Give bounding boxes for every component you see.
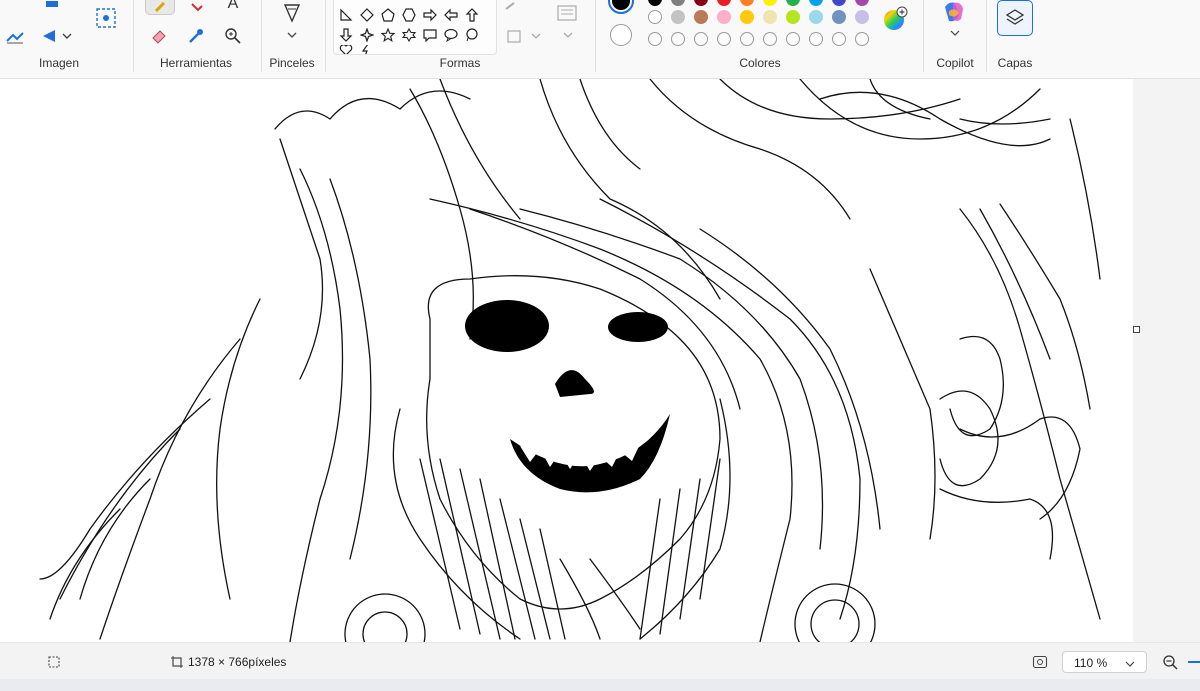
selection-icon[interactable]	[46, 654, 62, 670]
shape-size-icon[interactable]	[552, 2, 582, 24]
drawing-canvas[interactable]	[0, 79, 1133, 642]
palette-swatch[interactable]	[786, 10, 800, 24]
canvas-size-icon	[169, 654, 185, 670]
palette-swatch[interactable]	[648, 10, 662, 24]
custom-color-slot[interactable]	[832, 32, 846, 46]
palette-swatch[interactable]	[694, 0, 708, 6]
callout-rect-icon[interactable]	[421, 26, 439, 44]
zoom-slider[interactable]	[1188, 661, 1200, 663]
ribbon-separator	[133, 0, 134, 72]
palette-swatch[interactable]	[671, 0, 685, 6]
custom-color-slot[interactable]	[855, 32, 869, 46]
star-six-icon[interactable]	[400, 26, 418, 44]
rotate-image-icon[interactable]	[2, 24, 28, 48]
palette-swatch[interactable]	[855, 0, 869, 6]
edit-colors-icon[interactable]	[880, 4, 910, 34]
palette-swatch[interactable]	[717, 10, 731, 24]
eraser-icon[interactable]	[147, 25, 171, 47]
arrow-right-icon[interactable]	[421, 6, 439, 24]
group-label-tools: Herramientas	[159, 56, 233, 70]
brushes-dropdown-button[interactable]	[278, 0, 306, 42]
callout-cloud-icon[interactable]	[463, 26, 481, 44]
ribbon-separator	[595, 0, 596, 72]
palette-swatch[interactable]	[832, 10, 846, 24]
star-four-icon[interactable]	[358, 26, 376, 44]
palette-swatch[interactable]	[809, 0, 823, 6]
ribbon-toolbar: Imagen A Herramientas Pinceles Formas Co…	[0, 0, 1200, 79]
group-label-shapes: Formas	[439, 56, 481, 70]
color-picker-icon[interactable]	[184, 25, 208, 47]
palette-swatch[interactable]	[717, 0, 731, 6]
custom-color-slot[interactable]	[786, 32, 800, 46]
primary-color-swatch	[612, 0, 630, 10]
arrow-up-icon[interactable]	[463, 6, 481, 24]
custom-color-slot[interactable]	[717, 32, 731, 46]
magnifier-icon[interactable]	[221, 25, 245, 47]
zoom-out-icon[interactable]	[1161, 653, 1179, 671]
lightning-icon[interactable]	[358, 45, 376, 54]
secondary-color-button[interactable]	[610, 24, 632, 46]
custom-color-slot[interactable]	[671, 32, 685, 46]
diamond-icon[interactable]	[358, 6, 376, 24]
image-from-file-icon[interactable]	[93, 6, 119, 30]
custom-color-slot[interactable]	[648, 32, 662, 46]
callout-oval-icon[interactable]	[442, 26, 460, 44]
copilot-logo-icon[interactable]	[939, 0, 969, 26]
custom-color-slot[interactable]	[809, 32, 823, 46]
canvas-resize-handle[interactable]	[1133, 326, 1140, 333]
ribbon-separator	[261, 0, 262, 72]
shape-fill-icon[interactable]	[503, 26, 543, 46]
resize-image-button[interactable]	[41, 0, 77, 10]
palette-swatch[interactable]	[809, 10, 823, 24]
fill-tool-icon[interactable]	[185, 0, 209, 14]
group-label-layers: Capas	[997, 56, 1033, 70]
ribbon-separator	[325, 0, 326, 72]
pencil-tool-button[interactable]	[145, 0, 175, 15]
os-taskbar	[0, 679, 1200, 691]
heart-icon[interactable]	[337, 45, 355, 54]
chevron-down-icon[interactable]	[946, 27, 964, 39]
group-label-copilot: Copilot	[936, 56, 974, 70]
shape-outline-icon[interactable]	[500, 0, 530, 12]
text-tool-button[interactable]: A	[222, 0, 244, 14]
canvas-size-label: 1378 × 766píxeles	[188, 655, 287, 669]
layers-button[interactable]	[997, 0, 1033, 36]
ribbon-separator	[986, 0, 987, 72]
palette-swatch[interactable]	[855, 10, 869, 24]
pentagon-icon[interactable]	[379, 6, 397, 24]
palette-swatch[interactable]	[832, 0, 846, 6]
zoom-select[interactable]: 110 %	[1062, 651, 1147, 673]
palette-swatch[interactable]	[671, 10, 685, 24]
arrow-down-icon[interactable]	[337, 26, 355, 44]
group-label-image: Imagen	[38, 56, 80, 70]
palette-swatch[interactable]	[763, 10, 777, 24]
zoom-value: 110 %	[1074, 656, 1108, 670]
triangle-right-icon[interactable]	[337, 6, 355, 24]
fit-to-window-icon[interactable]	[1031, 653, 1049, 671]
flip-image-button[interactable]	[38, 24, 74, 48]
chevron-down-icon[interactable]	[558, 28, 578, 42]
group-label-colors: Colores	[739, 56, 781, 70]
arrow-left-icon[interactable]	[442, 6, 460, 24]
shapes-gallery	[333, 0, 497, 55]
status-bar: 1378 × 766píxeles 110 %	[0, 642, 1200, 680]
group-label-brushes: Pinceles	[269, 56, 315, 70]
canvas-workspace	[0, 79, 1200, 642]
chevron-down-icon	[1125, 657, 1135, 671]
palette-swatch[interactable]	[740, 10, 754, 24]
star-five-icon[interactable]	[379, 26, 397, 44]
ribbon-separator	[923, 0, 924, 72]
palette-swatch[interactable]	[763, 0, 777, 6]
palette-swatch[interactable]	[694, 10, 708, 24]
palette-swatch[interactable]	[648, 0, 662, 6]
custom-color-slot[interactable]	[763, 32, 777, 46]
palette-swatch[interactable]	[786, 0, 800, 6]
custom-color-slot[interactable]	[694, 32, 708, 46]
custom-color-slot[interactable]	[740, 32, 754, 46]
palette-swatch[interactable]	[740, 0, 754, 6]
skull-sketch-drawing	[39, 79, 1101, 642]
hexagon-icon[interactable]	[400, 6, 418, 24]
primary-color-button[interactable]	[608, 0, 636, 14]
